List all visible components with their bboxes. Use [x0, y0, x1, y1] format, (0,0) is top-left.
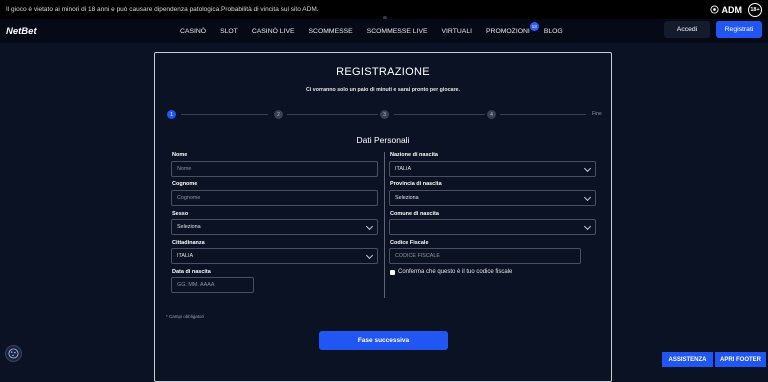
data-nascita-input[interactable]: GG. MM. AAAA [171, 277, 254, 293]
step-1: 1 [167, 110, 176, 119]
nav-scommesse-live[interactable]: SCOMMESSE LIVE [367, 28, 428, 35]
promo-count-badge: 13 [529, 21, 539, 31]
cookie-icon [8, 348, 19, 359]
adm-emblem-icon [709, 5, 719, 14]
chevron-down-icon [365, 222, 374, 231]
comune-label: Comune di nascita [390, 211, 439, 217]
comune-select[interactable] [389, 219, 596, 235]
step-connector [287, 114, 378, 115]
chevron-down-icon [583, 222, 592, 231]
step-end-label: Fine [592, 111, 602, 117]
step-connector [500, 114, 586, 115]
step-connector [181, 114, 268, 115]
login-button[interactable]: Accedi [664, 21, 710, 38]
cookie-settings-button[interactable] [5, 345, 22, 362]
column-divider [384, 152, 385, 298]
cittadinanza-value: ITALIA [177, 253, 194, 259]
codice-fiscale-label: Codice Fiscale [390, 240, 429, 246]
nome-label: Nome [172, 152, 188, 158]
required-note: * Campi obbligatori [166, 314, 205, 319]
sesso-label: Sesso [172, 211, 189, 217]
data-nascita-label: Data di nascita [172, 269, 211, 275]
main-navbar: NetBet CASINÒ SLOT CASINÒ LIVE SCOMMESSE… [0, 19, 768, 43]
regulator-logos: ADM 18+ [709, 2, 762, 17]
chevron-down-icon [583, 193, 592, 202]
main-menu: CASINÒ SLOT CASINÒ LIVE SCOMMESSE SCOMME… [180, 19, 577, 43]
next-step-button[interactable]: Fase successiva [319, 331, 448, 350]
chevron-down-icon [583, 164, 592, 173]
nazione-select[interactable]: ITALIA [389, 161, 596, 177]
nav-scommesse[interactable]: SCOMMESSE [309, 28, 353, 35]
nazione-label: Nazione di nascita [390, 152, 438, 158]
nav-slot[interactable]: SLOT [220, 28, 238, 35]
age-restriction-icon: 18+ [748, 2, 762, 17]
register-button[interactable]: Registrati [716, 21, 762, 38]
sesso-value: Seleziona [177, 224, 201, 230]
nazione-value: ITALIA [395, 166, 412, 172]
step-4: 4 [487, 110, 496, 119]
confirm-cf-checkbox[interactable] [390, 270, 395, 275]
nav-casino-live[interactable]: CASINÒ LIVE [252, 28, 295, 35]
nav-virtuali[interactable]: VIRTUALI [442, 28, 472, 35]
assistance-button[interactable]: ASSISTENZA [662, 352, 713, 367]
adm-logo: ADM [709, 4, 743, 15]
nav-promozioni-label: PROMOZIONI [486, 27, 530, 35]
cognome-input[interactable]: Cognome [171, 190, 378, 206]
cittadinanza-label: Cittadinanza [172, 240, 205, 246]
confirm-cf-label: Conferma che questo è il tuo codice fisc… [398, 269, 513, 275]
cittadinanza-select[interactable]: ITALIA [171, 248, 378, 264]
form-subtitle: Ci vorranno solo un paio di minuti e sar… [306, 87, 460, 93]
adm-label: ADM [721, 4, 743, 15]
step-3: 3 [380, 110, 389, 119]
open-footer-button[interactable]: APRI FOOTER [715, 352, 766, 367]
sesso-select[interactable]: Seleziona [171, 219, 378, 235]
step-2: 2 [274, 110, 283, 119]
netbet-logo[interactable]: NetBet [6, 26, 37, 37]
codice-fiscale-input[interactable]: CODICE FISCALE [389, 248, 581, 264]
provincia-select[interactable]: Seleziona [389, 190, 596, 206]
provincia-value: Seleziona [395, 195, 419, 201]
chevron-down-icon [365, 251, 374, 260]
nome-input[interactable]: Nome [171, 161, 378, 177]
step-connector [394, 114, 485, 115]
nav-promozioni[interactable]: PROMOZIONI 13 [486, 21, 539, 35]
cognome-label: Cognome [172, 181, 198, 187]
nav-blog[interactable]: BLOG [544, 28, 563, 35]
age-warning-text: Il gioco è vietato ai minori di 18 anni … [6, 6, 319, 13]
nav-casino[interactable]: CASINÒ [180, 28, 206, 35]
form-title: REGISTRAZIONE [336, 66, 430, 78]
provincia-label: Provincia di nascita [390, 181, 442, 187]
section-title: Dati Personali [356, 135, 410, 145]
